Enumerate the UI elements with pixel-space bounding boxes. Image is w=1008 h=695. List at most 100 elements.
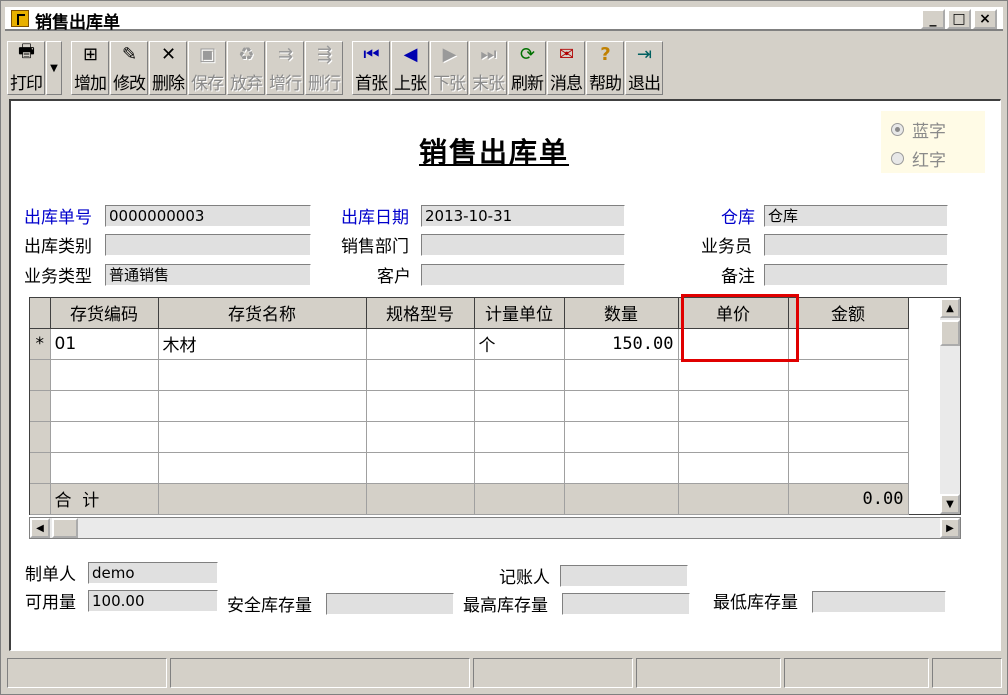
row-marker[interactable]: *: [30, 328, 51, 360]
available-field[interactable]: 100.00: [88, 590, 218, 612]
col-header-unit[interactable]: 计量单位: [474, 298, 565, 329]
warehouse-field[interactable]: 仓库: [764, 205, 948, 227]
customer-field[interactable]: [421, 264, 625, 286]
print-dropdown-button[interactable]: ▼: [46, 41, 62, 95]
cell-empty[interactable]: [474, 359, 565, 391]
cell-empty[interactable]: [158, 421, 367, 453]
out-no-field[interactable]: 0000000003: [105, 205, 311, 227]
scroll-up-button[interactable]: ▲: [940, 298, 960, 318]
salesman-field[interactable]: [764, 234, 948, 256]
cell-empty[interactable]: [678, 421, 789, 453]
scroll-right-button[interactable]: ▶: [940, 518, 960, 538]
cell-empty[interactable]: [788, 359, 909, 391]
close-button[interactable]: ×: [973, 9, 997, 29]
resize-grip[interactable]: [932, 658, 1002, 688]
cell-empty[interactable]: [564, 452, 679, 484]
last-record-button[interactable]: ⏭ 末张: [469, 41, 507, 95]
row-marker: [30, 421, 51, 453]
biz-type-field[interactable]: 普通销售: [105, 264, 311, 286]
message-button[interactable]: ✉ 消息: [547, 41, 585, 95]
status-pane: [473, 658, 633, 688]
cell-empty[interactable]: [474, 452, 565, 484]
minimize-button[interactable]: _: [921, 9, 945, 29]
min-stock-field[interactable]: [812, 591, 946, 613]
print-button[interactable]: 🖶 打印: [7, 41, 45, 95]
cell-amount[interactable]: [788, 328, 909, 360]
add-row-button[interactable]: ⇉ 增行: [266, 41, 304, 95]
window-title: 销售出库单: [35, 13, 120, 33]
scroll-left-button[interactable]: ◀: [30, 518, 50, 538]
cell-empty[interactable]: [564, 421, 679, 453]
cell-qty[interactable]: 150.00: [564, 328, 679, 360]
cell-empty[interactable]: [678, 390, 789, 422]
prev-label: 上张: [394, 74, 427, 94]
add-button[interactable]: ⊞ 增加: [71, 41, 109, 95]
prev-record-button[interactable]: ◀ 上张: [391, 41, 429, 95]
cell-empty[interactable]: [366, 421, 475, 453]
edit-button[interactable]: ✎ 修改: [110, 41, 148, 95]
cell-empty[interactable]: [50, 452, 159, 484]
cell-empty[interactable]: [366, 390, 475, 422]
sales-dept-field[interactable]: [421, 234, 625, 256]
safety-stock-field[interactable]: [326, 593, 454, 615]
scroll-down-button[interactable]: ▼: [940, 494, 960, 514]
trash-icon: ♻: [238, 43, 254, 65]
col-header-amount[interactable]: 金额: [788, 298, 909, 329]
cell-empty[interactable]: [474, 390, 565, 422]
maximize-button[interactable]: □: [947, 9, 971, 29]
item-table: 存货编码 存货名称 规格型号 计量单位 数量 单价 金额 * 01 木材 个 1…: [30, 298, 909, 515]
cell-empty[interactable]: [788, 452, 909, 484]
next-record-button[interactable]: ▶ 下张: [430, 41, 468, 95]
col-header-price[interactable]: 单价: [678, 298, 789, 329]
cell-code[interactable]: 01: [50, 328, 159, 360]
refresh-button[interactable]: ⟳ 刷新: [508, 41, 546, 95]
vertical-scrollbar[interactable]: ▲ ▼: [940, 298, 960, 514]
cell-empty[interactable]: [788, 421, 909, 453]
radio-red[interactable]: 红字: [891, 146, 946, 171]
radio-blue[interactable]: 蓝字: [891, 117, 946, 142]
horizontal-scrollbar[interactable]: ◀ ▶: [29, 517, 961, 539]
cell-empty[interactable]: [366, 359, 475, 391]
warehouse-label: 仓库: [721, 208, 755, 228]
out-date-label: 出库日期: [341, 208, 409, 228]
discard-button[interactable]: ♻ 放弃: [227, 41, 265, 95]
table-row: [30, 421, 909, 453]
cell-empty[interactable]: [50, 359, 159, 391]
first-record-button[interactable]: ⏮ 首张: [352, 41, 390, 95]
maker-field[interactable]: demo: [88, 562, 218, 584]
save-button[interactable]: ▣ 保存: [188, 41, 226, 95]
help-button[interactable]: ? 帮助: [586, 41, 624, 95]
exit-button[interactable]: ⇥ 退出: [625, 41, 663, 95]
cell-empty[interactable]: [564, 390, 679, 422]
scroll-thumb[interactable]: [940, 320, 960, 346]
delete-button[interactable]: ✕ 删除: [149, 41, 187, 95]
out-type-field[interactable]: [105, 234, 311, 256]
cell-empty[interactable]: [564, 359, 679, 391]
cell-empty[interactable]: [474, 421, 565, 453]
cell-unit[interactable]: 个: [474, 328, 565, 360]
first-label: 首张: [355, 74, 388, 94]
cell-empty[interactable]: [788, 390, 909, 422]
cell-empty[interactable]: [678, 359, 789, 391]
cell-spec[interactable]: [366, 328, 475, 360]
col-header-spec[interactable]: 规格型号: [366, 298, 475, 329]
max-stock-field[interactable]: [562, 593, 690, 615]
delete-row-button[interactable]: ⇶ 删行: [305, 41, 343, 95]
remark-field[interactable]: [764, 264, 948, 286]
col-header-name[interactable]: 存货名称: [158, 298, 367, 329]
col-header-code[interactable]: 存货编码: [50, 298, 159, 329]
cell-empty[interactable]: [678, 452, 789, 484]
cell-empty[interactable]: [50, 390, 159, 422]
cell-empty[interactable]: [158, 359, 367, 391]
out-date-field[interactable]: 2013-10-31: [421, 205, 625, 227]
cell-name[interactable]: 木材: [158, 328, 367, 360]
item-grid: 存货编码 存货名称 规格型号 计量单位 数量 单价 金额 * 01 木材 个 1…: [29, 294, 961, 515]
cell-empty[interactable]: [158, 452, 367, 484]
cell-empty[interactable]: [366, 452, 475, 484]
cell-empty[interactable]: [158, 390, 367, 422]
col-header-qty[interactable]: 数量: [564, 298, 679, 329]
bookkeeper-field[interactable]: [560, 565, 688, 587]
hscroll-thumb[interactable]: [52, 518, 78, 538]
cell-empty[interactable]: [50, 421, 159, 453]
cell-price[interactable]: [678, 328, 789, 360]
